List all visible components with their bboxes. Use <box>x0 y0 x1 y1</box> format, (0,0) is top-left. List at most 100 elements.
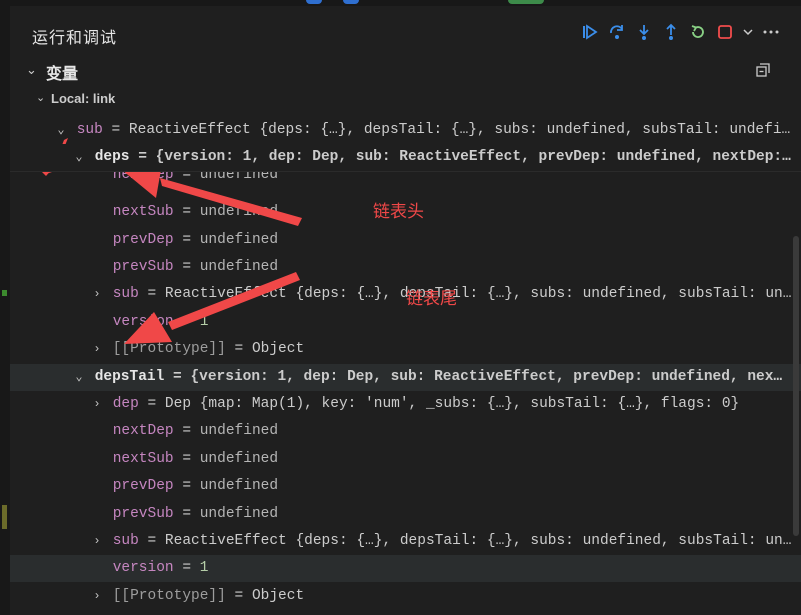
variable-row[interactable]: nextDep = undefined <box>10 418 801 445</box>
top-indicator <box>343 0 359 4</box>
variable-name: version <box>112 560 174 577</box>
equals-sign: = <box>138 533 165 549</box>
variable-value: 1 <box>199 313 209 330</box>
variable-row[interactable]: dirty = ƒ dirty() {\n const flags = this… <box>10 610 801 615</box>
variable-row[interactable]: prevSub = undefined <box>10 501 801 528</box>
variable-value: ReactiveEffect {deps: {…}, depsTail: {…}… <box>164 286 792 303</box>
chevron-down-icon[interactable]: ⌄ <box>54 117 68 144</box>
variables-title: 变量 <box>46 66 79 83</box>
variable-value: {version: 1, dep: Dep, sub: ReactiveEffe… <box>155 149 791 166</box>
equals-sign: = <box>102 122 129 138</box>
chevron-right-icon[interactable]: › <box>90 336 104 363</box>
variable-value: ReactiveEffect {deps: {…}, depsTail: {…}… <box>128 122 791 138</box>
variable-row[interactable]: version = 1 <box>10 309 801 336</box>
variable-name: prevSub <box>112 505 174 522</box>
step-out-icon[interactable] <box>661 22 681 42</box>
chevron-right-icon[interactable]: › <box>90 281 104 308</box>
variable-name: sub <box>112 533 139 549</box>
equals-sign: = <box>173 259 200 275</box>
variable-value: {version: 1, dep: Dep, sub: ReactiveEffe… <box>190 368 783 385</box>
variable-name: prevSub <box>112 259 174 275</box>
variable-row[interactable]: ⌄ sub = ReactiveEffect {deps: {…}, depsT… <box>10 117 801 144</box>
equals-sign: = <box>225 341 252 358</box>
continue-icon[interactable] <box>580 22 600 42</box>
equals-sign: = <box>173 450 200 467</box>
run-and-debug-panel: 运行和调试 ⌄ 变量 ⌄ Local: link ⌄ sub = Reactiv… <box>10 6 801 615</box>
chevron-down-icon: ⌄ <box>26 62 37 77</box>
variable-value: undefined <box>199 259 279 275</box>
variable-row[interactable]: nextSub = undefined <box>10 446 801 473</box>
restart-icon[interactable] <box>688 22 708 42</box>
equals-sign: = <box>173 505 200 522</box>
chevron-right-icon[interactable]: › <box>90 391 104 418</box>
panel-title: 运行和调试 <box>32 30 118 47</box>
edge-marker <box>2 505 7 529</box>
variable-value: undefined <box>199 505 279 522</box>
annotation-head: 链表头 <box>373 202 424 222</box>
debug-toolbar <box>580 22 781 42</box>
variable-name: [[Prototype]] <box>112 341 226 358</box>
panel-header: 运行和调试 <box>10 6 801 56</box>
variable-row[interactable]: › [[Prototype]] = Object <box>10 336 801 363</box>
equals-sign: = <box>164 368 191 385</box>
annotation-tail: 链表尾 <box>406 289 457 309</box>
variable-name: [[Prototype]] <box>112 587 226 604</box>
variable-name: sub <box>76 122 103 138</box>
variable-value: undefined <box>199 204 279 221</box>
step-over-icon[interactable] <box>607 22 627 42</box>
chevron-down-icon[interactable]: ⌄ <box>72 364 86 391</box>
top-indicator <box>508 0 544 4</box>
stop-icon[interactable] <box>715 22 735 42</box>
chevron-down-icon[interactable] <box>742 22 754 42</box>
variable-value: undefined <box>199 450 279 467</box>
variable-name: nextDep <box>112 423 174 440</box>
variable-row[interactable]: › sub = ReactiveEffect {deps: {…}, depsT… <box>10 528 801 555</box>
step-into-icon[interactable] <box>634 22 654 42</box>
variable-name: nextSub <box>112 450 174 467</box>
edge-marker <box>2 290 7 296</box>
variable-name: prevDep <box>112 231 174 248</box>
variable-name: prevDep <box>112 478 174 495</box>
collapse-all-icon[interactable] <box>755 62 771 78</box>
variable-row[interactable]: ⌄ deps = {version: 1, dep: Dep, sub: Rea… <box>10 144 801 173</box>
variable-row[interactable]: › dep = Dep {map: Map(1), key: 'num', _s… <box>10 391 801 418</box>
variable-value: Object <box>251 341 305 358</box>
variable-name: deps <box>94 149 130 166</box>
equals-sign: = <box>173 204 200 221</box>
equals-sign: = <box>173 231 200 248</box>
variable-row[interactable]: prevSub = undefined <box>10 254 801 281</box>
scrollbar[interactable] <box>793 236 799 536</box>
equals-sign: = <box>129 149 156 166</box>
variable-value: Object <box>251 587 305 604</box>
top-indicator <box>306 0 322 4</box>
equals-sign: = <box>138 286 165 303</box>
variable-value: undefined <box>199 423 279 440</box>
variables-tree: ⌄ sub = ReactiveEffect {deps: {…}, depsT… <box>10 110 801 615</box>
variable-value: Dep {map: Map(1), key: 'num', _subs: {…}… <box>164 396 740 412</box>
equals-sign: = <box>225 587 252 604</box>
variable-name: nextSub <box>112 204 174 221</box>
equals-sign: = <box>138 396 165 412</box>
variable-row[interactable]: › [[Prototype]] = Object <box>10 583 801 610</box>
more-icon[interactable] <box>761 22 781 42</box>
chevron-down-icon: ⌄ <box>36 92 46 104</box>
variable-value: undefined <box>199 478 279 495</box>
chevron-down-icon[interactable]: ⌄ <box>72 144 86 171</box>
variable-value: ReactiveEffect {deps: {…}, depsTail: {…}… <box>164 533 792 549</box>
variable-name: sub <box>112 286 139 303</box>
chevron-right-icon[interactable]: › <box>90 528 104 555</box>
scope-label: Local: link <box>51 91 116 106</box>
variable-row[interactable]: prevDep = undefined <box>10 227 801 254</box>
equals-sign: = <box>173 560 200 577</box>
variable-name: dep <box>112 396 139 412</box>
variable-value: undefined <box>199 231 279 248</box>
variable-row[interactable]: prevDep = undefined <box>10 473 801 500</box>
equals-sign: = <box>173 478 200 495</box>
variable-row[interactable]: version = 1 <box>10 555 801 583</box>
chevron-right-icon[interactable]: › <box>90 583 104 610</box>
variable-row[interactable]: ⌄ depsTail = {version: 1, dep: Dep, sub:… <box>10 363 801 391</box>
variable-value: 1 <box>199 560 209 577</box>
scope-local[interactable]: ⌄ Local: link <box>10 88 801 110</box>
variable-name: version <box>112 313 174 330</box>
variables-section-header[interactable]: ⌄ 变量 <box>10 56 801 84</box>
